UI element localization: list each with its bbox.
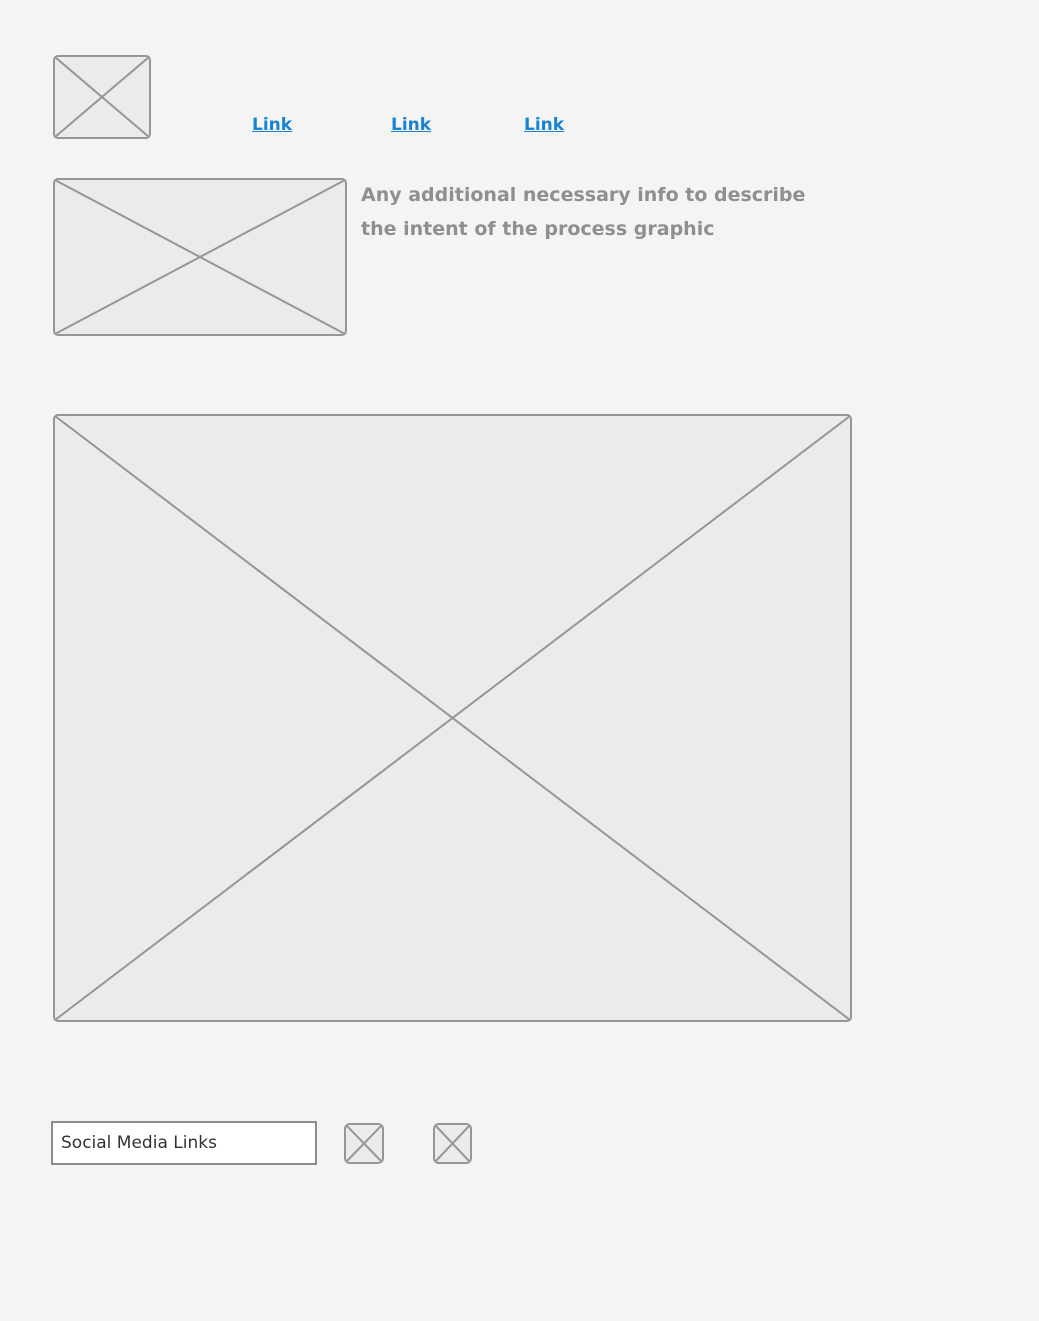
nav-link-1[interactable]: Link xyxy=(252,114,292,136)
process-thumbnail-image xyxy=(53,178,347,336)
social-media-links-label: Social Media Links xyxy=(51,1121,317,1165)
nav-link-3[interactable]: Link xyxy=(524,114,564,136)
image-placeholder-icon xyxy=(55,180,345,334)
social-icon-1[interactable] xyxy=(344,1123,384,1164)
process-graphic-image xyxy=(53,414,852,1022)
image-placeholder-icon xyxy=(346,1125,382,1162)
social-icon-2[interactable] xyxy=(433,1123,472,1164)
wireframe-page: Link Link Link Any additional necessary … xyxy=(0,0,1039,1321)
image-placeholder-icon xyxy=(55,57,149,137)
logo-image[interactable] xyxy=(53,55,151,139)
process-description: Any additional necessary info to describ… xyxy=(361,184,806,240)
nav-link-2[interactable]: Link xyxy=(391,114,431,136)
image-placeholder-icon xyxy=(435,1125,470,1162)
image-placeholder-icon xyxy=(55,416,850,1020)
